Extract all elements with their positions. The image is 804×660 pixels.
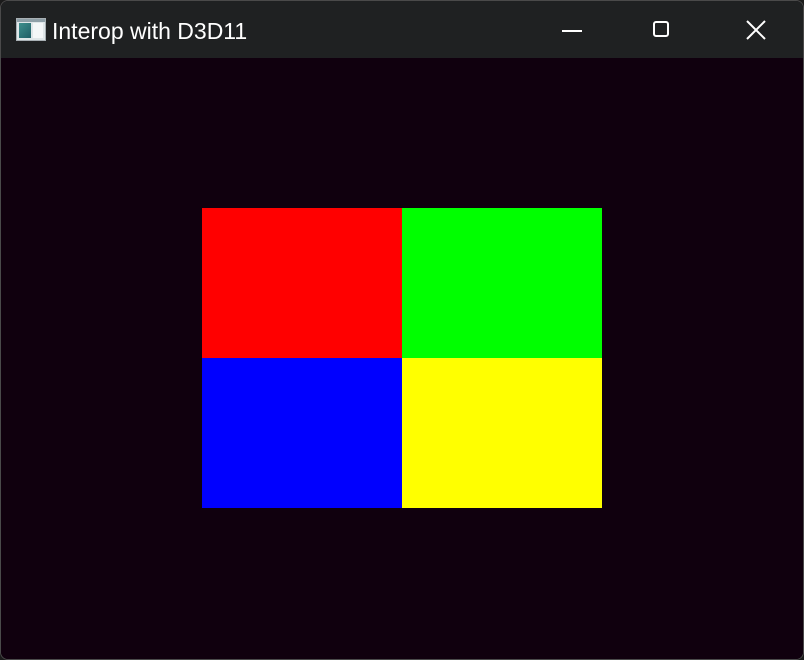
maximize-icon bbox=[653, 21, 669, 37]
blue-quadrant bbox=[202, 358, 402, 508]
render-canvas[interactable] bbox=[1, 58, 803, 659]
close-icon bbox=[746, 20, 766, 40]
minimize-button[interactable] bbox=[527, 1, 619, 58]
green-quadrant bbox=[402, 208, 602, 358]
red-quadrant bbox=[202, 208, 402, 358]
maximize-button[interactable] bbox=[617, 1, 709, 58]
app-icon-top-bar bbox=[17, 19, 45, 22]
application-window-icon[interactable] bbox=[16, 18, 46, 41]
title-bar[interactable]: Interop with D3D11 bbox=[1, 1, 803, 58]
app-icon-left-pane bbox=[19, 23, 31, 38]
window-title: Interop with D3D11 bbox=[52, 18, 248, 44]
app-window: Interop with D3D11 bbox=[0, 0, 804, 660]
minimize-icon bbox=[562, 30, 582, 32]
close-button[interactable] bbox=[710, 1, 802, 58]
yellow-quadrant bbox=[402, 358, 602, 508]
app-icon-right-pane bbox=[33, 23, 43, 38]
